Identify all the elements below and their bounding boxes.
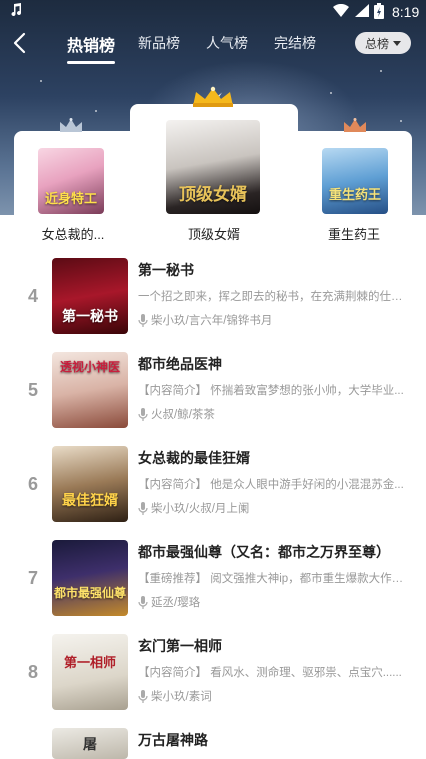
book-cover: 屠: [52, 728, 128, 759]
book-list-item[interactable]: 6 最佳狂婿 女总裁的最佳狂婿 【内容简介】 他是众人眼中游手好闲的小混混苏金.…: [0, 446, 426, 540]
book-intro: 一个招之即来，挥之即去的秘书，在充满荆棘的仕途...: [138, 291, 410, 303]
microphone-icon: [138, 407, 148, 421]
star: [380, 70, 382, 72]
star: [330, 92, 332, 94]
book-title: 女总裁的最佳狂婿: [138, 450, 250, 466]
chevron-left-icon: [13, 32, 26, 54]
gold-crown-icon: [193, 86, 233, 107]
book-intro: 【内容简介】 看风水、测命理、驱邪祟、点宝穴......: [138, 667, 402, 679]
book-list-item[interactable]: 屠 万古屠神路: [0, 728, 426, 759]
book-list-item[interactable]: 4 第一秘书 第一秘书 一个招之即来，挥之即去的秘书，在充满荆棘的仕途... 柴…: [0, 258, 426, 352]
status-bar: 8:19: [0, 0, 426, 24]
book-title: 女总裁的...: [41, 227, 105, 242]
book-cover: 近身特工: [38, 148, 104, 214]
silver-crown-icon: [60, 118, 82, 132]
top-book-card-2[interactable]: 近身特工 女总裁的...: [14, 140, 132, 242]
star: [400, 120, 402, 122]
narrators: 柴小玖/火叔/月上阑: [138, 500, 249, 516]
music-note-icon: [10, 3, 22, 21]
star: [40, 80, 42, 82]
book-title: 重生药王: [327, 227, 380, 242]
book-title: 万古屠神路: [138, 732, 208, 748]
book-list-item[interactable]: 8 第一相师 玄门第一相师 【内容简介】 看风水、测命理、驱邪祟、点宝穴....…: [0, 634, 426, 728]
microphone-icon: [138, 313, 148, 327]
ranking-scope-dropdown[interactable]: 总榜: [355, 32, 411, 54]
book-list-item[interactable]: 5 透视小神医 都市绝品医神 【内容简介】 怀揣着致富梦想的张小帅，大学毕业..…: [0, 352, 426, 446]
microphone-icon: [138, 689, 148, 703]
star: [95, 110, 97, 112]
narrator-names: 柴小玖/言六年/锦铧书月: [151, 315, 273, 327]
book-title: 都市最强仙尊（又名：都市之万界至尊）: [138, 544, 390, 560]
signal-icon: [355, 4, 369, 21]
book-cover: 透视小神医: [52, 352, 128, 428]
narrators: 延丞/璎珞: [138, 594, 200, 610]
book-intro: 【重磅推荐】 阅文强推大神ip，都市重生爆款大作！...: [138, 573, 410, 585]
microphone-icon: [138, 595, 148, 609]
book-title: 玄门第一相师: [138, 638, 222, 654]
tab-new-books[interactable]: 新品榜: [138, 33, 180, 53]
bronze-crown-icon: [344, 118, 366, 132]
narrators: 柴小玖/素词: [138, 688, 212, 704]
book-intro: 【内容简介】 他是众人眼中游手好闲的小混混苏金...: [138, 479, 404, 491]
book-title: 顶级女婿: [187, 227, 240, 242]
caret-down-icon: [393, 40, 401, 46]
top-book-card-3[interactable]: 重生药王 重生药王: [296, 140, 412, 242]
rank-number: 8: [27, 662, 38, 682]
rank-number: 6: [27, 474, 38, 494]
book-title: 都市绝品医神: [138, 356, 222, 372]
battery-icon: [374, 3, 384, 23]
book-cover: 第一秘书: [52, 258, 128, 334]
rank-number: 7: [27, 568, 38, 588]
nav-bar: 热销榜 新品榜 人气榜 完结榜 总榜: [0, 24, 426, 64]
narrator-names: 柴小玖/火叔/月上阑: [151, 503, 250, 515]
book-cover: 重生药王: [322, 148, 388, 214]
tab-completed[interactable]: 完结榜: [274, 33, 316, 53]
narrator-names: 火叔/鲸/茶茶: [151, 409, 215, 421]
back-button[interactable]: [8, 28, 32, 58]
book-cover: 第一相师: [52, 634, 128, 710]
book-cover: 都市最强仙尊: [52, 540, 128, 616]
rank-number: 5: [27, 380, 38, 400]
tab-popular[interactable]: 人气榜: [206, 33, 248, 53]
dropdown-label: 总榜: [364, 36, 389, 51]
clock: 8:19: [392, 4, 420, 20]
book-cover: 顶级女婿: [166, 120, 260, 214]
book-cover: 最佳狂婿: [52, 446, 128, 522]
microphone-icon: [138, 501, 148, 515]
wifi-icon: [333, 3, 349, 21]
tab-bestseller[interactable]: 热销榜: [67, 32, 116, 64]
narrators: 柴小玖/言六年/锦铧书月: [138, 312, 272, 328]
top-book-card-1[interactable]: 顶级女婿 顶级女婿: [130, 110, 298, 242]
book-title: 第一秘书: [138, 262, 194, 278]
narrator-names: 延丞/璎珞: [151, 597, 201, 609]
narrators: 火叔/鲸/茶茶: [138, 406, 215, 422]
narrator-names: 柴小玖/素词: [151, 691, 212, 703]
book-intro: 【内容简介】 怀揣着致富梦想的张小帅，大学毕业...: [138, 385, 404, 397]
rank-number: 4: [27, 286, 38, 306]
book-list-item[interactable]: 7 都市最强仙尊 都市最强仙尊（又名：都市之万界至尊） 【重磅推荐】 阅文强推大…: [0, 540, 426, 634]
